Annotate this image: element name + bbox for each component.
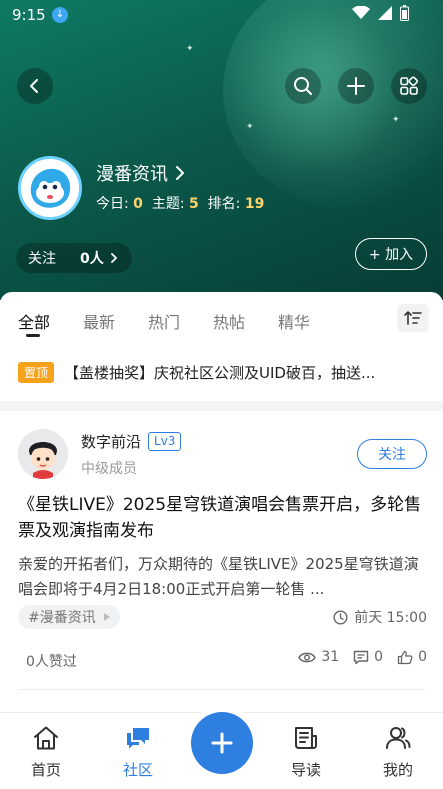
views-metric: 31: [298, 649, 339, 665]
sparkle-icon: ✦: [392, 115, 400, 125]
section-divider: [0, 401, 443, 411]
triangle-right-icon: [103, 613, 110, 621]
stat-rank-label: 排名:: [207, 196, 241, 212]
post-excerpt[interactable]: 亲爱的开拓者们，万众期待的《星铁LIVE》2025星穹铁道演唱会即将于4月2日1…: [18, 552, 423, 602]
clock-icon: [333, 609, 348, 625]
author-line: 数字前沿 Lv3: [81, 431, 182, 452]
post-card[interactable]: 数字前沿 Lv3 中级成员 关注 《星铁LIVE》2025星穹铁道演唱会售票开启…: [0, 411, 443, 711]
post-tag-label: #漫番资讯: [28, 610, 96, 626]
post-divider: [18, 689, 425, 690]
sort-button[interactable]: [397, 304, 429, 332]
thumbs-up-icon: [397, 650, 413, 664]
add-button[interactable]: [338, 68, 374, 104]
nav-guide[interactable]: 导读: [276, 723, 336, 780]
group-stats: 今日: 0 主题: 5 排名: 19: [96, 193, 264, 213]
signal-icon: [378, 6, 392, 20]
post-time: 前天 15:00: [333, 607, 427, 627]
stat-today-label: 今日:: [96, 196, 129, 212]
back-button[interactable]: [17, 68, 53, 104]
comments-count: 0: [374, 649, 384, 665]
nav-guide-label: 导读: [290, 761, 321, 779]
followers-label: 关注: [28, 251, 56, 267]
author-name[interactable]: 数字前沿: [81, 431, 141, 452]
chevron-left-icon: [30, 79, 38, 93]
comments-metric[interactable]: 0: [353, 649, 383, 665]
views-count: 31: [321, 649, 340, 665]
post-time-text: 前天 15:00: [354, 610, 427, 626]
likes-metric[interactable]: 0: [397, 649, 427, 665]
status-time: 9:15: [12, 6, 46, 24]
chevron-right-icon: [176, 166, 185, 180]
wifi-icon: [352, 6, 370, 19]
post-title[interactable]: 《星铁LIVE》2025星穹铁道演唱会售票开启，多轮售票及观演指南发布: [18, 492, 423, 544]
battery-icon: [400, 5, 409, 21]
stat-topics-value: 5: [189, 196, 199, 212]
eye-icon: [298, 652, 317, 662]
pinned-title: 【盖楼抽奖】庆祝社区公测及UID破百，抽送...: [64, 363, 376, 382]
comment-icon: [353, 650, 369, 664]
stat-topics-label: 主题:: [151, 196, 185, 212]
tab-featured[interactable]: 精华: [278, 309, 310, 333]
group-header: ✦ ✦ ✦ 9:15 ↓ 漫番资讯 今日: 0 主题: 5 排名: 19 关注 …: [0, 0, 443, 300]
pinned-post[interactable]: 置顶 【盖楼抽奖】庆祝社区公测及UID破百，抽送...: [0, 344, 443, 400]
post-tag[interactable]: #漫番资讯: [18, 605, 120, 629]
status-bar: 9:15 ↓: [0, 0, 443, 30]
nav-profile-label: 我的: [382, 761, 413, 779]
nav-home-label: 首页: [30, 761, 61, 779]
likes-count: 0: [418, 649, 427, 665]
plus-icon: [211, 732, 233, 754]
content-panel: 全部 最新 热门 热帖 精华 置顶 【盖楼抽奖】庆祝社区公测及UID破百，抽送.…: [0, 292, 443, 712]
group-title-link[interactable]: 漫番资讯: [96, 160, 186, 186]
nav-profile[interactable]: 我的: [368, 723, 428, 780]
nav-community[interactable]: 社区: [108, 723, 168, 780]
user-icon: [386, 727, 411, 749]
sort-icon: [404, 311, 422, 325]
home-icon: [34, 726, 58, 750]
author-avatar[interactable]: [18, 429, 68, 479]
nav-community-label: 社区: [122, 761, 153, 779]
mascot-icon: [21, 159, 79, 217]
grid-icon: [400, 76, 419, 95]
plus-icon: [347, 77, 365, 95]
sparkle-icon: ✦: [246, 122, 254, 132]
pinned-badge: 置顶: [18, 361, 55, 383]
chevron-right-icon: [110, 253, 118, 263]
group-avatar: [18, 156, 82, 220]
group-name: 漫番资讯: [96, 164, 168, 185]
stat-rank-value: 19: [244, 196, 265, 212]
tab-trending[interactable]: 热帖: [213, 309, 245, 333]
join-button[interactable]: + 加入: [355, 238, 427, 270]
download-icon: ↓: [52, 7, 68, 23]
search-button[interactable]: [285, 68, 321, 104]
followers-count: 0人: [80, 251, 104, 267]
stat-today-value: 0: [133, 196, 143, 212]
tab-indicator: [26, 334, 40, 337]
follow-author-button[interactable]: 关注: [357, 439, 427, 469]
tab-all[interactable]: 全部: [18, 309, 50, 333]
likes-summary: 0人赞过: [26, 654, 77, 670]
search-icon: [294, 77, 312, 95]
followers-chip[interactable]: 关注 0人: [16, 243, 132, 273]
nav-home[interactable]: 首页: [16, 723, 76, 780]
author-rank: 中级成员: [81, 461, 137, 477]
create-post-button[interactable]: [191, 712, 253, 774]
tab-latest[interactable]: 最新: [83, 309, 115, 333]
avatar-icon: [18, 429, 68, 479]
tab-bar: 全部 最新 热门 热帖 精华: [0, 292, 443, 344]
level-badge: Lv3: [148, 432, 182, 451]
newspaper-icon: [295, 727, 317, 749]
chat-bubbles-icon: [127, 728, 149, 749]
post-metrics: 31 0 0: [298, 649, 427, 665]
tab-hot[interactable]: 热门: [148, 309, 180, 333]
apps-button[interactable]: [391, 68, 427, 104]
sparkle-icon: ✦: [186, 44, 194, 54]
